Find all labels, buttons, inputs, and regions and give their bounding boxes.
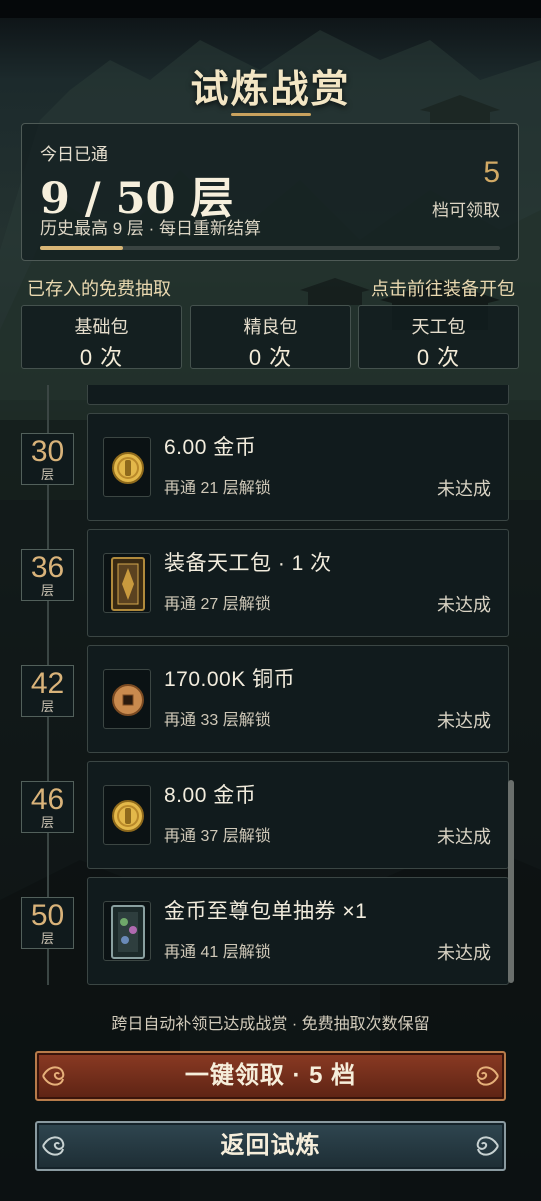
gold-coin-icon	[103, 437, 151, 497]
pack-count: 0 次	[248, 345, 293, 370]
reward-unlock-text: 再通 21 层解锁	[164, 480, 271, 497]
reward-status: 未达成	[437, 827, 491, 847]
pack-name: 基础包	[74, 317, 129, 337]
pack-fine: 精良包 0 次	[190, 305, 351, 370]
floor-number: 46	[30, 783, 65, 816]
floor-unit: 层	[40, 583, 54, 598]
open-pack-link[interactable]: 点击前往装备开包	[371, 275, 515, 301]
progress-bar	[40, 246, 500, 250]
floor-unit: 层	[40, 931, 54, 946]
reward-status: 未达成	[437, 595, 491, 615]
pack-basic: 基础包 0 次	[21, 305, 182, 370]
reward-title: 8.00 金币	[164, 784, 257, 807]
gold-coin-icon	[103, 785, 151, 845]
reward-list[interactable]: 30 层 6.00 金币 再通 21 层解锁 未达成 36 层 装备天工包 · …	[0, 385, 541, 985]
title-underline	[231, 113, 311, 116]
ornament-icon	[42, 1066, 65, 1086]
stored-free-draws-label: 已存入的免费抽取	[27, 279, 171, 299]
reward-card[interactable]: 8.00 金币 再通 37 层解锁 未达成	[87, 761, 509, 869]
floor-unit: 层	[40, 815, 54, 830]
reward-row: 50 层 金币至尊包单抽券 ×1 再通 41 层解锁 未达成	[0, 877, 541, 985]
reward-status: 未达成	[437, 711, 491, 731]
claimable-count: 5	[483, 156, 500, 189]
floor-unit: 层	[40, 699, 54, 714]
pack-name: 天工包	[411, 317, 466, 337]
previous-reward-card[interactable]	[87, 385, 509, 405]
reward-status: 未达成	[437, 943, 491, 963]
floor-badge: 46 层	[21, 781, 74, 833]
back-label: 返回试炼	[220, 1132, 321, 1159]
progress-card: 今日已通 9 / 50 层 历史最高 9 层 · 每日重新结算 5 档可领取	[21, 123, 519, 261]
pack-count: 0 次	[79, 345, 124, 370]
reward-status: 未达成	[437, 479, 491, 499]
reward-title: 金币至尊包单抽券 ×1	[164, 900, 368, 923]
claimable-label: 档可领取	[432, 201, 500, 220]
floor-number: 36	[30, 551, 65, 584]
history-text: 历史最高 9 层 · 每日重新结算	[40, 219, 262, 238]
equipment-pack-icon	[103, 553, 151, 613]
pack-name: 精良包	[243, 317, 298, 337]
pack-tiangong: 天工包 0 次	[358, 305, 519, 370]
reward-row: 42 层 170.00K 铜币 再通 33 层解锁 未达成	[0, 645, 541, 753]
claim-all-label: 一键领取 · 5 档	[184, 1062, 357, 1089]
ornament-icon	[476, 1136, 499, 1156]
progress-bar-fill	[40, 246, 123, 250]
auto-claim-note: 跨日自动补领已达成战赏 · 免费抽取次数保留	[111, 1016, 430, 1033]
floor-badge: 50 层	[21, 897, 74, 949]
reward-unlock-text: 再通 33 层解锁	[164, 712, 271, 729]
reward-card[interactable]: 170.00K 铜币 再通 33 层解锁 未达成	[87, 645, 509, 753]
reward-card[interactable]: 金币至尊包单抽券 ×1 再通 41 层解锁 未达成	[87, 877, 509, 985]
status-bar	[0, 0, 541, 18]
floor-unit: 层	[40, 467, 54, 482]
ornament-icon	[476, 1066, 499, 1086]
reward-title: 装备天工包 · 1 次	[164, 552, 332, 575]
reward-unlock-text: 再通 41 层解锁	[164, 944, 271, 961]
floor-number: 42	[30, 667, 65, 700]
pack-count: 0 次	[416, 345, 461, 370]
floor-number: 30	[30, 435, 65, 468]
today-label: 今日已通	[40, 145, 108, 164]
back-to-trial-button[interactable]: 返回试炼	[35, 1121, 506, 1171]
floor-number: 50	[30, 899, 65, 932]
page-title: 试炼战赏	[190, 66, 351, 111]
copper-coin-icon	[103, 669, 151, 729]
floor-badge: 30 层	[21, 433, 74, 485]
reward-title: 170.00K 铜币	[164, 668, 296, 691]
floor-badge: 42 层	[21, 665, 74, 717]
reward-unlock-text: 再通 37 层解锁	[164, 828, 271, 845]
supreme-ticket-icon	[103, 901, 151, 961]
reward-unlock-text: 再通 27 层解锁	[164, 596, 271, 613]
reward-row: 30 层 6.00 金币 再通 21 层解锁 未达成	[0, 413, 541, 521]
reward-title: 6.00 金币	[164, 436, 257, 459]
claim-all-button[interactable]: 一键领取 · 5 档	[35, 1051, 506, 1101]
reward-row: 46 层 8.00 金币 再通 37 层解锁 未达成	[0, 761, 541, 869]
reward-row: 36 层 装备天工包 · 1 次 再通 27 层解锁 未达成	[0, 529, 541, 637]
scrollbar-thumb[interactable]	[508, 780, 514, 983]
reward-card[interactable]: 装备天工包 · 1 次 再通 27 层解锁 未达成	[87, 529, 509, 637]
ornament-icon	[42, 1136, 65, 1156]
floor-badge: 36 层	[21, 549, 74, 601]
reward-card[interactable]: 6.00 金币 再通 21 层解锁 未达成	[87, 413, 509, 521]
